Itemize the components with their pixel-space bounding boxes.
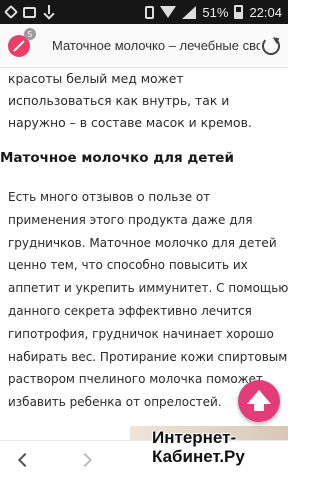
image-notification-icon bbox=[23, 6, 36, 18]
browser-toolbar: 5 Маточное молочко – лечебные свойства bbox=[0, 24, 288, 68]
forward-icon[interactable] bbox=[77, 452, 93, 468]
watermark-line-2: Кабинет.Ру bbox=[152, 447, 245, 466]
signal-icon bbox=[182, 5, 197, 19]
article-paragraph: красоты белый мед может использоваться к… bbox=[8, 71, 252, 130]
app-notification-icon bbox=[3, 4, 19, 20]
article-paragraph-main: Есть много отзывов о пользе от применени… bbox=[8, 190, 288, 410]
reload-icon[interactable] bbox=[262, 36, 280, 55]
wifi-icon bbox=[160, 6, 176, 18]
watermark-line-1: Интернет- bbox=[152, 428, 237, 447]
back-icon[interactable] bbox=[17, 452, 33, 468]
battery-percent: 51% bbox=[202, 4, 229, 20]
download-icon bbox=[43, 5, 55, 19]
tab-count-badge: 5 bbox=[24, 28, 36, 40]
clock: 22:04 bbox=[249, 4, 282, 20]
notification-icons bbox=[3, 4, 55, 20]
watermark: Интернет- Кабинет.Ру bbox=[152, 428, 245, 466]
battery-icon bbox=[234, 5, 244, 19]
page-title[interactable]: Маточное молочко – лечебные свойства bbox=[52, 38, 260, 53]
vibrate-icon bbox=[145, 5, 155, 19]
status-bar: 51% 22:04 bbox=[0, 0, 288, 24]
arrow-up-icon bbox=[247, 390, 271, 411]
system-icons: 51% 22:04 bbox=[145, 5, 282, 20]
section-heading: Маточное молочко для детей bbox=[0, 150, 234, 166]
scroll-to-top-button[interactable] bbox=[238, 380, 280, 422]
